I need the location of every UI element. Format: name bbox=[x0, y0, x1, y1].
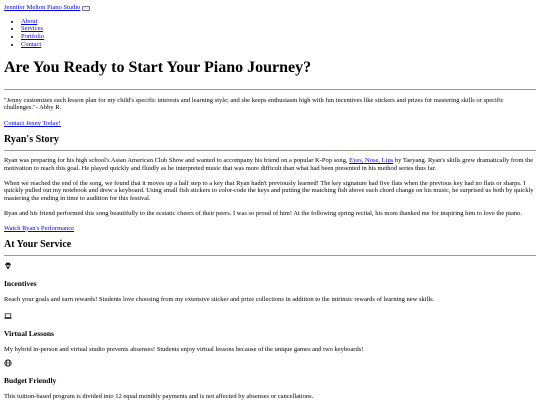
nav-link-about[interactable]: About bbox=[21, 18, 37, 25]
testimonial-text: "Jenny customizes each lesson plan for m… bbox=[4, 96, 504, 112]
story-paragraph-3: Ryan and his friend performed this song … bbox=[4, 209, 522, 217]
story-paragraph-1: Ryan was preparing for his high school's… bbox=[4, 157, 536, 173]
divider bbox=[4, 254, 536, 256]
main-nav: About Services Portfolio Contact bbox=[4, 18, 536, 49]
service-title: Budget Friendly bbox=[4, 376, 57, 386]
header-row: Jennifer Melton Piano Studio bbox=[4, 4, 536, 12]
nav-item-contact: Contact bbox=[21, 41, 536, 49]
story-paragraph-2: When we reached the end of the song, we … bbox=[4, 179, 534, 203]
service-description: My hybrid in-person and virtual studio p… bbox=[4, 346, 364, 354]
nav-item-portfolio: Portfolio bbox=[21, 33, 536, 41]
site-header: Jennifer Melton Piano Studio About Servi… bbox=[4, 4, 536, 48]
nav-link-services[interactable]: Services bbox=[21, 25, 43, 32]
nav-link-portfolio[interactable]: Portfolio bbox=[21, 33, 44, 40]
story-section: Ryan's Story Ryan was preparing for his … bbox=[4, 134, 536, 233]
site-title-link[interactable]: Jennifer Melton Piano Studio bbox=[4, 4, 80, 12]
story-p1-text-before: Ryan was preparing for his high school's… bbox=[4, 157, 350, 164]
service-description: Reach your goals and earn rewards! Stude… bbox=[4, 295, 435, 303]
song-link[interactable]: Eyes, Nose, Lips bbox=[349, 157, 393, 164]
services-section: At Your Service Incentives Reach your go… bbox=[4, 239, 536, 401]
service-item-virtual-lessons: Virtual Lessons My hybrid in-person and … bbox=[4, 312, 536, 354]
contact-cta-link[interactable]: Contact Jenny Today! bbox=[4, 120, 61, 127]
service-description: This tuition-based program is divided in… bbox=[4, 393, 314, 401]
watch-performance-link[interactable]: Watch Ryan's Performance bbox=[4, 225, 74, 232]
hero-heading: Are You Ready to Start Your Piano Journe… bbox=[4, 59, 312, 77]
divider bbox=[4, 88, 536, 90]
divider bbox=[4, 150, 536, 151]
service-title: Virtual Lessons bbox=[4, 329, 54, 339]
globe-icon bbox=[4, 359, 536, 367]
story-heading: Ryan's Story bbox=[4, 134, 59, 145]
nav-item-about: About bbox=[21, 18, 536, 26]
nav-link-contact[interactable]: Contact bbox=[21, 41, 41, 48]
hero-section: Are You Ready to Start Your Piano Journe… bbox=[4, 58, 536, 128]
service-item-budget-friendly: Budget Friendly This tuition-based progr… bbox=[4, 359, 536, 401]
service-title: Incentives bbox=[4, 278, 37, 288]
nav-item-services: Services bbox=[21, 25, 536, 33]
laptop-icon bbox=[4, 312, 536, 320]
menu-toggle-button[interactable] bbox=[82, 6, 91, 12]
diamond-icon bbox=[4, 262, 536, 270]
service-item-incentives: Incentives Reach your goals and earn rew… bbox=[4, 262, 536, 304]
services-heading: At Your Service bbox=[4, 238, 72, 250]
